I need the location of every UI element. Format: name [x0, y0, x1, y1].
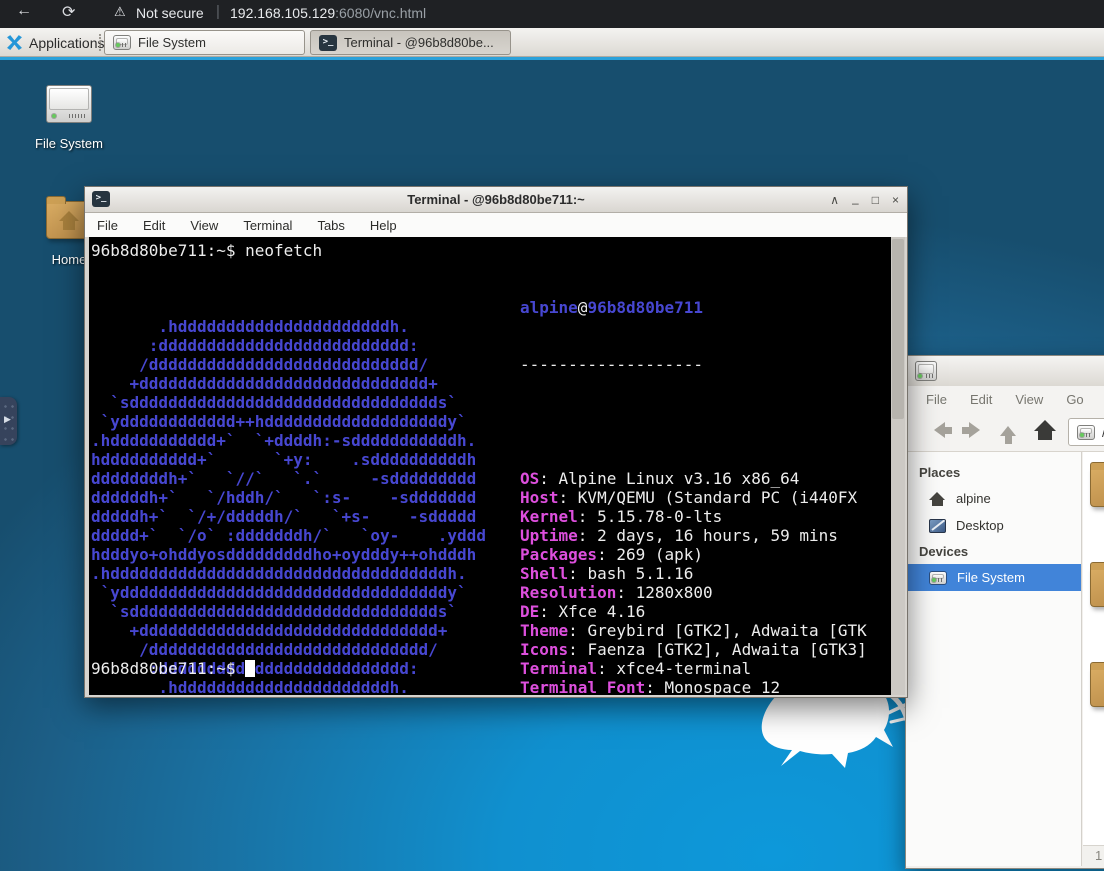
menu-item[interactable]: Edit [970, 392, 992, 407]
xfce-panel: Applications File System >_ Terminal - @… [0, 28, 1104, 57]
menu-item[interactable]: File [97, 218, 118, 233]
drive-icon [1077, 425, 1095, 440]
home-icon [929, 492, 946, 506]
sidebar-item-file-system[interactable]: File System [906, 564, 1081, 591]
terminal-titlebar[interactable]: >_ Terminal - @96b8d80be711:~ ∧ – □ × [85, 187, 907, 213]
terminal-prompt: 96b8d80be711:~$ [91, 659, 255, 678]
not-secure-warning-icon[interactable]: ⚠ [114, 4, 126, 20]
xfce-logo-icon [6, 34, 23, 51]
menu-item[interactable]: Help [370, 218, 397, 233]
home-button[interactable] [1034, 420, 1056, 440]
sidebar-item-label: Desktop [956, 518, 1004, 533]
panel-handle[interactable] [99, 34, 103, 51]
neofetch-info-rows: OS: Alpine Linux v3.16 x86_64Host: KVM/Q… [520, 412, 867, 695]
desktop: File System Home ▶ FileEditViewGoHelp / [0, 57, 1104, 871]
menu-item[interactable]: Go [1066, 392, 1083, 407]
address-bar[interactable]: 192.168.105.129:6080/vnc.html [230, 5, 426, 21]
close-button[interactable]: × [892, 187, 899, 213]
menu-item[interactable]: Edit [143, 218, 165, 233]
url-divider: | [216, 3, 220, 20]
neofetch-separator: ------------------- [520, 355, 867, 374]
up-button[interactable] [1000, 418, 1016, 444]
refresh-icon[interactable]: ⟳ [62, 2, 75, 22]
sidebar-item-label: alpine [956, 491, 991, 506]
neofetch-ascii-logo: .hddddddddddddddddddddddh. :dddddddddddd… [91, 260, 486, 695]
file-manager-menubar: FileEditViewGoHelp [906, 386, 1104, 412]
browser-chrome: ← ⟳ ⚠ Not secure | 192.168.105.129:6080/… [0, 0, 1104, 28]
file-manager-content-pane[interactable] [1083, 452, 1104, 866]
folder-icon[interactable] [1090, 667, 1104, 707]
menu-item[interactable]: Tabs [317, 218, 344, 233]
menu-item[interactable]: Terminal [243, 218, 292, 233]
terminal-scrollbar[interactable] [891, 237, 905, 695]
file-manager-sidebar: Places alpine Desktop Devices File Syste… [906, 452, 1082, 866]
sidebar-item-label: File System [957, 570, 1025, 585]
applications-menu-button[interactable]: Applications [2, 30, 109, 55]
xfce-mouse-logo [742, 693, 914, 773]
taskbar-button-file-system[interactable]: File System [104, 30, 305, 55]
path-bar[interactable]: / [1068, 418, 1104, 446]
neofetch-info: alpine@96b8d80be711 ------------------- … [520, 260, 867, 695]
menu-item[interactable]: View [1015, 392, 1043, 407]
terminal-command-line: 96b8d80be711:~$ neofetch [91, 241, 322, 260]
menu-item[interactable]: File [926, 392, 947, 407]
terminal-menubar: File Edit View Terminal Tabs Help [85, 213, 907, 237]
menu-item[interactable]: View [190, 218, 218, 233]
back-button[interactable] [926, 422, 952, 438]
url-host: 192.168.105.129 [230, 5, 335, 21]
sidebar-item-desktop[interactable]: Desktop [906, 512, 1081, 539]
terminal-window: >_ Terminal - @96b8d80be711:~ ∧ – □ × Fi… [84, 186, 908, 698]
desktop-icon-label: File System [26, 136, 112, 151]
shade-button[interactable]: ∧ [830, 187, 839, 213]
novnc-control-handle[interactable]: ▶ [0, 397, 17, 445]
url-path: :6080/vnc.html [335, 5, 426, 21]
scrollbar-thumb[interactable] [892, 239, 904, 419]
drive-icon [113, 35, 131, 50]
file-manager-statusbar: 1 [1083, 845, 1104, 866]
taskbar-button-label: Terminal - @96b8d80be... [344, 35, 494, 50]
neofetch-title: alpine@96b8d80be711 [520, 298, 867, 317]
terminal-icon: >_ [319, 35, 337, 51]
drive-icon [46, 85, 92, 123]
sidebar-item-alpine[interactable]: alpine [906, 485, 1081, 512]
folder-icon[interactable] [1090, 567, 1104, 607]
taskbar-button-label: File System [138, 35, 206, 50]
file-manager-window: FileEditViewGoHelp / Places alpine Deskt… [905, 355, 1104, 869]
terminal-cursor [245, 660, 255, 677]
devices-header: Devices [906, 539, 1081, 564]
file-manager-toolbar: / [906, 412, 1104, 452]
expand-arrow-icon: ▶ [4, 414, 11, 425]
forward-button[interactable] [962, 422, 988, 438]
places-header: Places [906, 460, 1081, 485]
maximize-button[interactable]: □ [872, 187, 879, 213]
desktop-icon [929, 519, 946, 533]
back-icon[interactable]: ← [16, 2, 32, 20]
window-title: Terminal - @96b8d80be711:~ [85, 192, 907, 207]
folder-icon[interactable] [1090, 467, 1104, 507]
drive-icon [915, 361, 937, 381]
drive-icon [929, 571, 947, 585]
security-label[interactable]: Not secure [136, 5, 204, 21]
desktop-icon-file-system[interactable]: File System [26, 85, 112, 151]
applications-label: Applications [29, 35, 105, 51]
terminal-content[interactable]: 96b8d80be711:~$ neofetch .hddddddddddddd… [89, 237, 891, 695]
taskbar-button-terminal[interactable]: >_ Terminal - @96b8d80be... [310, 30, 511, 55]
file-manager-titlebar[interactable] [906, 356, 1104, 386]
